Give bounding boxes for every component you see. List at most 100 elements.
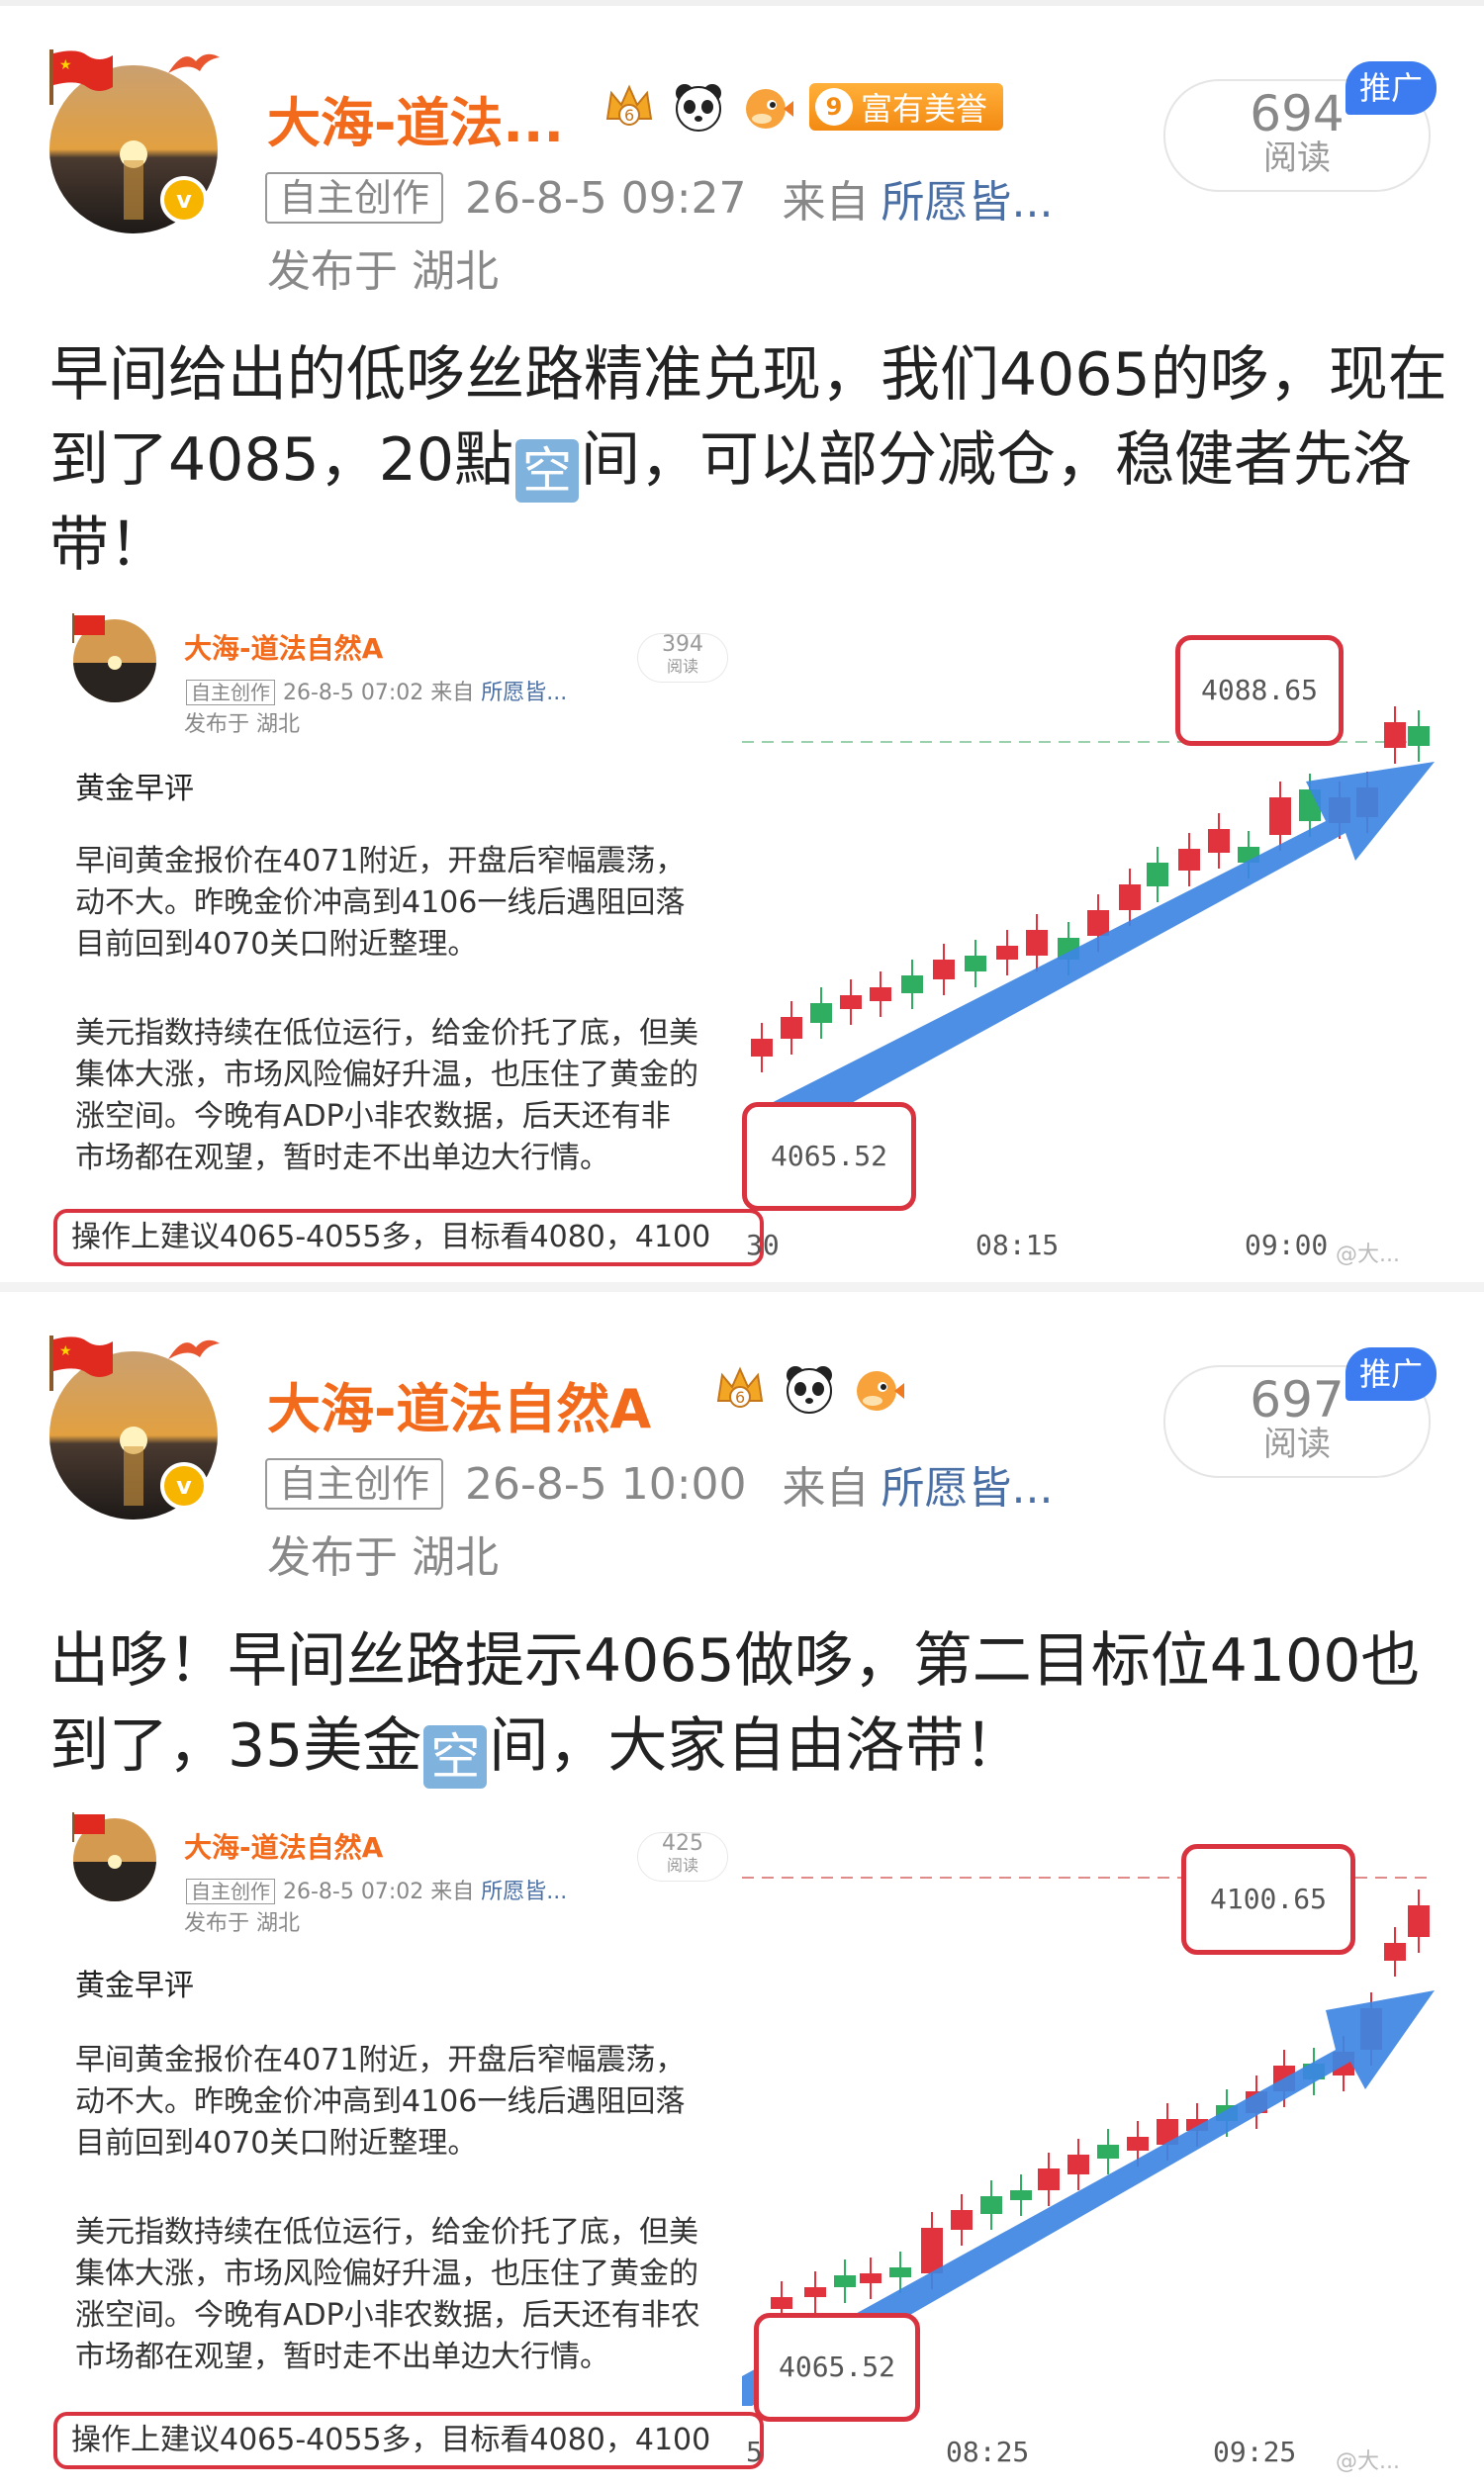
candle-body bbox=[996, 946, 1018, 960]
inner-paragraph: 美元指数持续在低位运行，给金价托了底，但美 集体大涨，市场风险偏好升温，也压住了… bbox=[75, 1016, 698, 1175]
crown-badge-icon[interactable]: 6 bbox=[602, 79, 657, 135]
panda-icon[interactable] bbox=[782, 1361, 837, 1417]
low-price-label: 4065.52 bbox=[770, 1140, 887, 1172]
watermark: @大... bbox=[1336, 1243, 1400, 1267]
inner-source: 所愿皆... bbox=[481, 681, 568, 705]
candle-body bbox=[1384, 1943, 1406, 1961]
high-price-label: 4088.65 bbox=[1200, 674, 1318, 706]
candle-body bbox=[1384, 722, 1406, 748]
svg-text:★: ★ bbox=[59, 1343, 72, 1359]
inner-author-name: 大海-道法自然A bbox=[184, 1831, 384, 1864]
verified-icon: v bbox=[160, 176, 208, 224]
inner-source: 所愿皆... bbox=[481, 1880, 568, 1904]
inner-read-count: 425 阅读 bbox=[637, 1832, 728, 1882]
post-image[interactable]: 大海-道法自然A 自主创作 26-8-5 07:02 来自 所愿皆... 发布于 … bbox=[49, 603, 1435, 1286]
honor-level: 9 bbox=[815, 88, 853, 126]
candle-body bbox=[1038, 2168, 1060, 2190]
x-tick-label: 08:15 bbox=[975, 1229, 1060, 1261]
low-price-box: 4065.52 bbox=[742, 1102, 916, 1211]
high-price-label: 4100.65 bbox=[1209, 1883, 1327, 1915]
from-label: 来自 bbox=[782, 177, 870, 228]
post-card[interactable]: v ★ 大海-道法自然A 6 自主创作 26-8-5 10:00 来自 所愿皆.… bbox=[0, 1292, 1484, 2490]
author-name[interactable]: 大海-道法自然A bbox=[267, 1365, 651, 1443]
candle-body bbox=[921, 2228, 943, 2273]
promoted-tag[interactable]: 推广 bbox=[1345, 1347, 1437, 1401]
candle-body bbox=[860, 2273, 881, 2283]
badge-row: 6 bbox=[712, 1361, 906, 1417]
inner-location: 发布于 湖北 bbox=[184, 712, 300, 737]
candle-body bbox=[951, 2210, 973, 2230]
candle-body bbox=[1067, 2155, 1089, 2174]
trend-arrow bbox=[742, 762, 1435, 1157]
post-text[interactable]: 出哆！早间丝路提示4065做哆，第二目标位4100也到了，35美金空间，大家自由… bbox=[49, 1618, 1454, 1789]
honor-badge[interactable]: 9 富有美誉 bbox=[809, 83, 1004, 131]
inner-title: 黄金早评 bbox=[75, 772, 194, 806]
puffer-fish-icon[interactable] bbox=[740, 79, 795, 135]
svg-text:6: 6 bbox=[735, 1388, 745, 1407]
candle-body bbox=[889, 2267, 911, 2277]
candle-body bbox=[1408, 1905, 1430, 1937]
crown-badge-icon[interactable]: 6 bbox=[712, 1361, 768, 1417]
candle-body bbox=[1087, 910, 1109, 936]
source-link[interactable]: 所愿皆... bbox=[881, 1452, 1054, 1516]
candle-body bbox=[980, 2196, 1002, 2214]
flag-icon: ★ bbox=[49, 1336, 113, 1391]
source-link[interactable]: 所愿皆... bbox=[881, 166, 1054, 230]
flag-icon bbox=[72, 613, 105, 643]
candle-body bbox=[840, 995, 862, 1009]
candle-body bbox=[1010, 2190, 1032, 2200]
candle-body bbox=[810, 1003, 832, 1023]
author-name[interactable]: 大海-道法... bbox=[267, 79, 564, 157]
candle-body bbox=[1097, 2145, 1119, 2159]
candle-body bbox=[771, 2297, 792, 2309]
read-label: 阅读 bbox=[1263, 138, 1331, 178]
candle-body bbox=[901, 975, 923, 993]
read-label: 阅读 bbox=[1263, 1425, 1331, 1464]
svg-text:★: ★ bbox=[59, 57, 72, 73]
panda-icon[interactable] bbox=[671, 79, 726, 135]
x-tick-label: 30 bbox=[746, 1229, 780, 1261]
candle-body bbox=[1119, 884, 1141, 910]
post-image[interactable]: 大海-道法自然A 自主创作 26-8-5 07:02 来自 所愿皆... 发布于 … bbox=[49, 1802, 1435, 2490]
candle-body bbox=[1178, 849, 1200, 871]
inner-location: 发布于 湖北 bbox=[184, 1911, 300, 1936]
operation-highlight: 操作上建议4065-4055多，目标看4080，4100 bbox=[53, 2412, 764, 2469]
puffer-fish-icon[interactable] bbox=[851, 1361, 906, 1417]
candle-body bbox=[1127, 2137, 1149, 2151]
low-price-box: 4065.52 bbox=[754, 2313, 920, 2422]
location-text: 发布于 湖北 bbox=[267, 246, 499, 297]
flag-icon: ★ bbox=[49, 49, 113, 105]
inner-author-name: 大海-道法自然A bbox=[184, 632, 384, 665]
badge-row: 6 9 富有美誉 bbox=[602, 79, 1004, 135]
inner-reads-label: 阅读 bbox=[666, 1856, 698, 1875]
candle-body bbox=[781, 1017, 802, 1039]
candle-body bbox=[965, 956, 986, 971]
post-text[interactable]: 早间给出的低哆丝路精准兑现，我们4065的哆，现在到了4085，20點空间，可以… bbox=[49, 332, 1454, 588]
honor-label: 富有美誉 bbox=[861, 90, 988, 128]
x-tick-label: 08:25 bbox=[946, 2436, 1030, 2468]
post-time: 26-8-5 10:00 bbox=[465, 1458, 747, 1510]
inner-paragraph: 早间黄金报价在4071附近，开盘后窄幅震荡， 动不大。昨晚金价冲高到4106一线… bbox=[75, 844, 686, 962]
inner-paragraph: 早间黄金报价在4071附近，开盘后窄幅震荡， 动不大。昨晚金价冲高到4106一线… bbox=[75, 2043, 686, 2161]
inner-reads-num: 425 bbox=[662, 1831, 703, 1856]
post-card[interactable]: v ★ 大海-道法... 6 9 富有美誉 自主创作 26-8-5 09:27 来… bbox=[0, 0, 1484, 1286]
high-price-box: 4088.65 bbox=[1175, 635, 1344, 746]
x-tick-label: 5 bbox=[746, 2436, 763, 2468]
promoted-tag[interactable]: 推广 bbox=[1345, 61, 1437, 115]
low-price-label: 4065.52 bbox=[778, 2351, 895, 2383]
original-tag: 自主创作 bbox=[265, 172, 444, 224]
post-meta: 自主创作 26-8-5 10:00 来自 所愿皆... bbox=[265, 1452, 1054, 1516]
inner-time: 26-8-5 07:02 bbox=[283, 681, 424, 705]
inner-reads-num: 394 bbox=[662, 632, 703, 657]
x-tick-label: 09:00 bbox=[1245, 1229, 1329, 1261]
candle-body bbox=[751, 1039, 773, 1057]
candle-body bbox=[804, 2287, 826, 2297]
inner-from: 来自 bbox=[430, 1880, 475, 1904]
verified-icon: v bbox=[160, 1462, 208, 1510]
inner-time: 26-8-5 07:02 bbox=[283, 1880, 424, 1904]
kong-emoji: 空 bbox=[423, 1725, 488, 1789]
candle-body bbox=[1147, 863, 1168, 886]
inner-tag: 自主创作 bbox=[186, 680, 275, 705]
svg-text:6: 6 bbox=[624, 106, 634, 125]
x-tick-label: 09:25 bbox=[1213, 2436, 1297, 2468]
